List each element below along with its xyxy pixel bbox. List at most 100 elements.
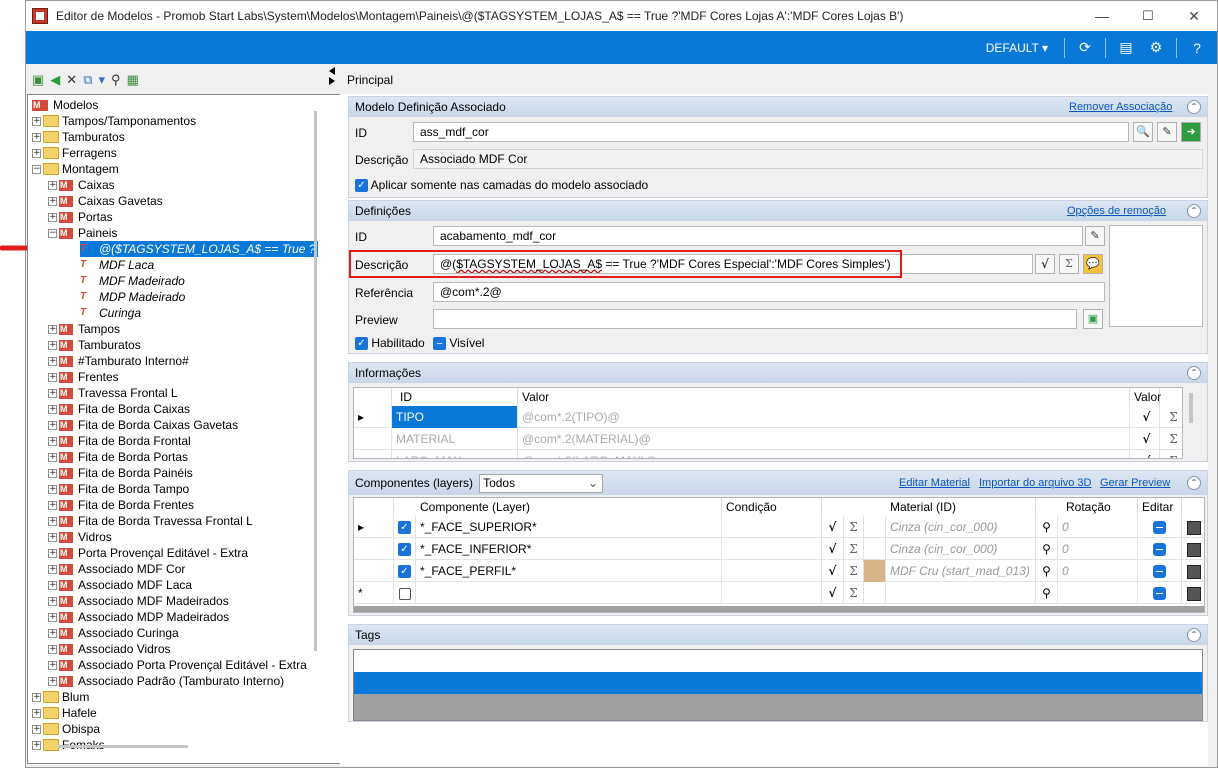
expand-node-icon[interactable]: +: [48, 388, 57, 398]
help-icon[interactable]: ?: [1187, 38, 1207, 58]
new-component-row[interactable]: * √ Σ ⚲: [354, 582, 1204, 604]
expand-node-icon[interactable]: +: [48, 180, 57, 190]
tree-item[interactable]: + Frentes: [48, 369, 119, 385]
tree-item[interactable]: + Associado Padrão (Tamburato Interno): [48, 673, 284, 689]
rotation-cell[interactable]: [1058, 582, 1138, 604]
row-selector[interactable]: [354, 538, 394, 560]
edit-layer-button[interactable]: [1138, 538, 1182, 560]
sigma-icon[interactable]: Σ: [844, 516, 864, 538]
formula-sqrt-icon[interactable]: √: [822, 582, 844, 604]
info-row[interactable]: LARG_MAX@com*.2(LARG_MAX)@√Σ: [354, 450, 1182, 458]
collapse-icon[interactable]: ⌃: [1187, 100, 1201, 114]
layer-enabled-checkbox[interactable]: ✓: [394, 538, 416, 560]
find-icon[interactable]: ⚲: [111, 72, 121, 88]
tree-item[interactable]: + Ferragens: [32, 145, 117, 161]
search-binoculars-icon[interactable]: ⚲: [1036, 538, 1058, 560]
rotation-cell[interactable]: 0: [1058, 560, 1138, 582]
expand-node-icon[interactable]: +: [48, 324, 57, 334]
component-row[interactable]: ▸ ✓ *_FACE_SUPERIOR* √ Σ Cinza (cin_cor_000) ⚲…: [354, 516, 1204, 538]
expand-node-icon[interactable]: +: [32, 708, 41, 718]
expand-node-icon[interactable]: +: [32, 148, 41, 158]
delete-icon[interactable]: ✕: [66, 72, 77, 88]
edit-layer-button[interactable]: [1138, 560, 1182, 582]
expand-node-icon[interactable]: +: [48, 404, 57, 414]
formula-sqrt-icon[interactable]: √: [822, 516, 844, 538]
info-id-cell[interactable]: MATERIAL: [392, 428, 518, 450]
row-selector[interactable]: [354, 450, 392, 458]
condition-cell[interactable]: [722, 538, 822, 560]
expand-node-icon[interactable]: +: [48, 500, 57, 510]
tree-item[interactable]: + Associado MDF Madeirados: [48, 593, 229, 609]
expand-node-icon[interactable]: +: [48, 340, 57, 350]
layout-icon[interactable]: ▤: [1116, 38, 1136, 58]
search-binoculars-icon[interactable]: ⚲: [1036, 582, 1058, 604]
tree-vertical-scrollbar[interactable]: [314, 111, 317, 651]
material-cell[interactable]: [886, 582, 1036, 604]
formula-sqrt-icon[interactable]: √: [1130, 450, 1160, 458]
image-icon[interactable]: ▣: [1083, 309, 1103, 329]
collapse-icon[interactable]: ⌃: [1187, 628, 1201, 642]
def-id-field[interactable]: acabamento_mdf_cor: [433, 226, 1083, 246]
rotation-cell[interactable]: 0: [1058, 516, 1138, 538]
texture-editor-icon[interactable]: [1182, 538, 1204, 560]
tree-item[interactable]: + Obispa: [32, 721, 100, 737]
import-3d-link[interactable]: Importar do arquivo 3D: [979, 477, 1092, 489]
removal-options-link[interactable]: Opções de remoção: [1067, 205, 1166, 217]
layer-name-cell[interactable]: *_FACE_SUPERIOR*: [416, 516, 722, 538]
info-valor-cell[interactable]: @com*.2(LARG_MAX)@: [518, 450, 1130, 458]
tree-item[interactable]: + Associado Porta Provençal Editável - Ex…: [48, 657, 307, 673]
info-row[interactable]: ▸ TIPO @com*.2(TIPO)@ √ Σ: [354, 406, 1182, 428]
copy-icon[interactable]: ⧉: [83, 72, 92, 88]
sigma-icon[interactable]: Σ: [844, 538, 864, 560]
close-button[interactable]: ✕: [1171, 1, 1217, 31]
tree-item[interactable]: + Fita de Borda Travessa Frontal L: [48, 513, 253, 529]
expand-node-icon[interactable]: +: [48, 596, 57, 606]
tree-item[interactable]: + Fita de Borda Portas: [48, 449, 188, 465]
info-valor-cell[interactable]: @com*.2(TIPO)@: [518, 406, 1130, 428]
principal-tab[interactable]: Principal: [347, 66, 1218, 94]
refresh-icon[interactable]: ⟳: [1075, 38, 1095, 58]
collapse-node-icon[interactable]: −: [32, 164, 41, 174]
condition-cell[interactable]: [722, 560, 822, 582]
expand-node-icon[interactable]: +: [48, 436, 57, 446]
expand-node-icon[interactable]: +: [48, 548, 57, 558]
expand-node-icon[interactable]: +: [32, 132, 41, 142]
condition-cell[interactable]: [722, 516, 822, 538]
edit-material-link[interactable]: Editar Material: [899, 477, 970, 489]
apply-only-checkbox[interactable]: ✓ Aplicar somente nas camadas do modelo …: [355, 178, 648, 193]
tree-item[interactable]: + Porta Provençal Editável - Extra: [48, 545, 248, 561]
expand-node-icon[interactable]: +: [48, 372, 57, 382]
row-selector[interactable]: *: [354, 582, 394, 604]
tree-item[interactable]: + Associado Vidros: [48, 641, 171, 657]
expand-node-icon[interactable]: +: [48, 564, 57, 574]
tree-item[interactable]: + Fita de Borda Caixas: [48, 401, 190, 417]
formula-sqrt-icon[interactable]: √: [1035, 254, 1055, 274]
expand-node-icon[interactable]: +: [48, 612, 57, 622]
tree-item[interactable]: T MDF Laca: [80, 257, 154, 273]
splitter-handle-icon[interactable]: [327, 66, 337, 86]
tree-item[interactable]: + Tampos: [48, 321, 120, 337]
expand-node-icon[interactable]: +: [32, 740, 41, 750]
info-valor-cell[interactable]: @com*.2(MATERIAL)@: [518, 428, 1130, 450]
expand-node-icon[interactable]: +: [32, 692, 41, 702]
new-icon[interactable]: ▣: [32, 72, 44, 88]
tree-item[interactable]: + Blum: [32, 689, 89, 705]
layer-name-cell[interactable]: [416, 582, 722, 604]
layer-enabled-checkbox[interactable]: [394, 582, 416, 604]
tree-item[interactable]: + #Tamburato Interno#: [48, 353, 189, 369]
tree-item[interactable]: T MDP Madeirado: [80, 289, 185, 305]
tree-item[interactable]: T Curinga: [80, 305, 141, 321]
assoc-id-field[interactable]: ass_mdf_cor: [413, 122, 1129, 142]
material-cell[interactable]: MDF Cru (start_mad_013): [886, 560, 1036, 582]
minimize-button[interactable]: —: [1079, 1, 1125, 31]
comment-icon[interactable]: 💬: [1083, 254, 1103, 274]
row-selector[interactable]: [354, 428, 392, 450]
layer-name-cell[interactable]: *_FACE_INFERIOR*: [416, 538, 722, 560]
material-cell[interactable]: Cinza (cin_cor_000): [886, 538, 1036, 560]
tree-item[interactable]: + Fita de Borda Frentes: [48, 497, 194, 513]
tree-item[interactable]: + Associado Curinga: [48, 625, 179, 641]
expand-node-icon[interactable]: +: [48, 212, 57, 222]
def-preview-field[interactable]: [433, 309, 1077, 329]
tree-item[interactable]: + Caixas: [48, 177, 115, 193]
sigma-icon[interactable]: Σ: [844, 560, 864, 582]
